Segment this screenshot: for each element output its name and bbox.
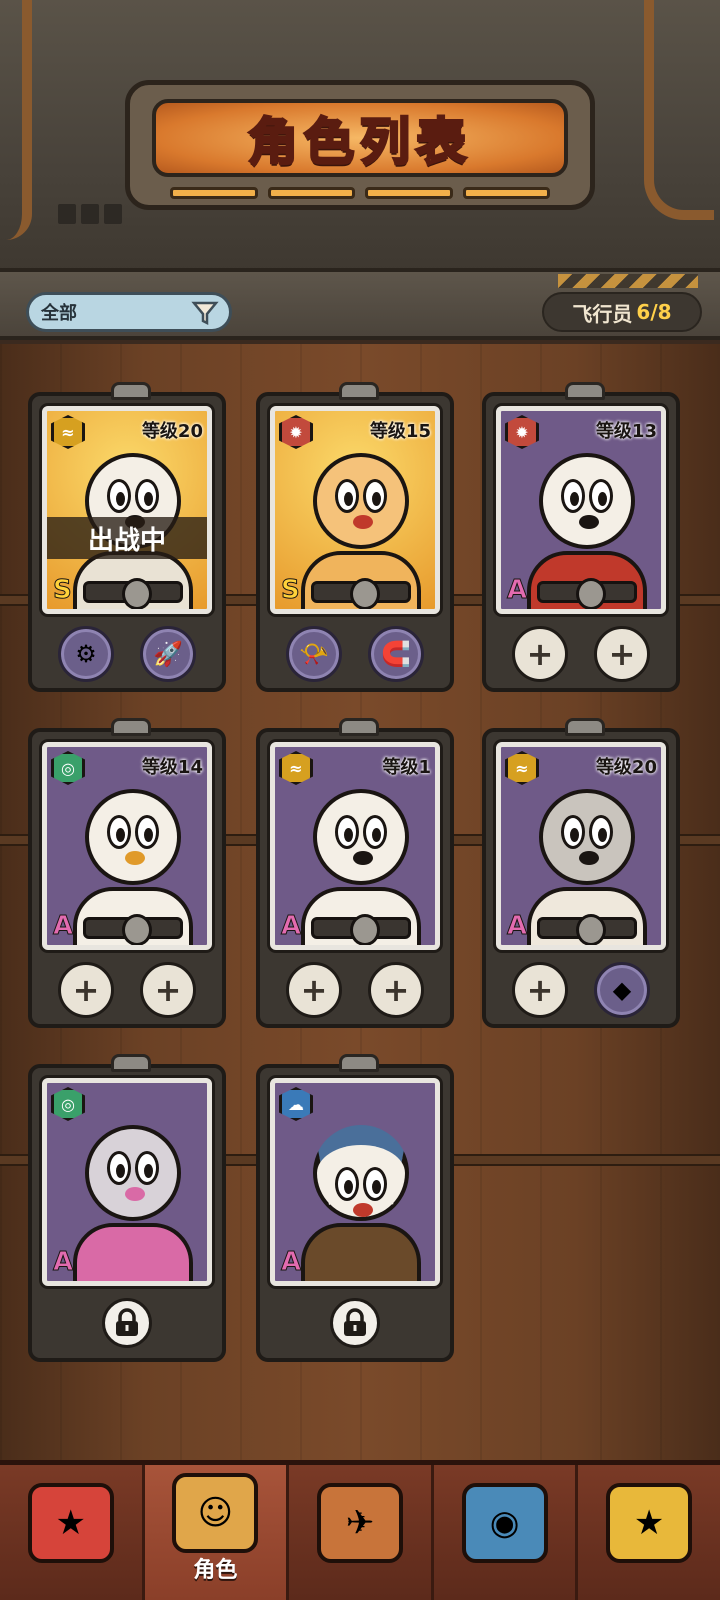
bottom-nav: ★ ☺ 角色 ✈ ◉ ★	[0, 1460, 720, 1600]
character-portrait: ≈ 等级20 出战中 S	[42, 406, 212, 614]
funnel-icon	[191, 301, 219, 326]
add-gear-button[interactable]: +	[140, 962, 196, 1018]
add-gear-button[interactable]: +	[512, 626, 568, 682]
gadget-icon: ⚙	[75, 640, 97, 668]
character-card[interactable]: ✹ 等级15 S 📯 🧲	[256, 382, 454, 692]
nav-item-rewards[interactable]: ★	[578, 1465, 720, 1600]
swirl-icon: ◎	[51, 751, 85, 785]
filter-label: 全部	[41, 303, 77, 324]
level-label: 等级20	[595, 757, 657, 778]
pilot-count: 飞行员 6/8	[542, 292, 702, 332]
character-id-icon: ☺	[172, 1473, 259, 1553]
wind-icon: ≈	[505, 751, 539, 785]
magnet-icon: 🧲	[381, 640, 411, 668]
airship-icon: ✈	[316, 1483, 403, 1563]
padlock-icon	[344, 1308, 366, 1336]
vent-decoration	[58, 204, 122, 224]
character-face	[313, 789, 409, 885]
nav-item-shop[interactable]: ★	[0, 1465, 145, 1600]
rank-badge: S	[53, 575, 73, 606]
top-frame: 角色列表	[0, 0, 720, 290]
rank-badge: A	[280, 911, 302, 942]
rank-badge: A	[506, 575, 528, 606]
equipped-gear-slot[interactable]: ⚙	[58, 626, 114, 682]
crystal-icon: ◆	[612, 976, 632, 1004]
rank-badge: A	[52, 1247, 74, 1278]
rank-badge: S	[281, 575, 301, 606]
pipe-decoration	[644, 0, 714, 220]
wind-icon: ≈	[51, 415, 85, 449]
rank-badge: A	[506, 911, 528, 942]
character-face	[85, 1125, 181, 1221]
character-portrait: ✹ 等级15 S	[270, 406, 440, 614]
level-label: 等级14	[141, 757, 203, 778]
add-gear-button[interactable]: +	[594, 626, 650, 682]
character-portrait: ◎ A	[42, 1078, 212, 1286]
rank-badge: A	[52, 911, 74, 942]
pilot-count-value: 6/8	[636, 300, 672, 324]
character-card-locked[interactable]: ☁ A	[256, 1054, 454, 1362]
gear-icon: ✹	[505, 415, 539, 449]
star-box-icon: ★	[606, 1483, 693, 1563]
level-label: 等级1	[382, 757, 431, 778]
rain-cloud-icon: ☁	[279, 1087, 313, 1121]
nav-item-hangar[interactable]: ✈	[289, 1465, 434, 1600]
lock-button[interactable]	[102, 1298, 152, 1348]
pipe-decoration	[6, 0, 32, 240]
padlock-icon	[116, 1308, 138, 1336]
equipped-gear-slot[interactable]: ◆	[594, 962, 650, 1018]
goggles-icon: ◉	[461, 1483, 548, 1563]
rank-badge: A	[280, 1247, 302, 1278]
level-label: 等级20	[141, 421, 203, 442]
gear-icon: ✹	[279, 415, 313, 449]
lock-button[interactable]	[330, 1298, 380, 1348]
title-plate: 角色列表	[125, 80, 595, 210]
character-portrait: ≈ 等级20 A	[496, 742, 666, 950]
character-portrait: ◎ 等级14 A	[42, 742, 212, 950]
character-card-locked[interactable]: ◎ A	[28, 1054, 226, 1362]
character-card[interactable]: ≈ 等级1 A + +	[256, 718, 454, 1028]
character-portrait: ✹ 等级13 A	[496, 406, 666, 614]
pilot-count-label: 飞行员	[572, 301, 633, 326]
character-face	[539, 453, 635, 549]
treasure-chest-icon: ★	[27, 1483, 114, 1563]
nav-item-pilot-gear[interactable]: ◉	[434, 1465, 579, 1600]
level-label: 等级15	[369, 421, 431, 442]
character-face	[85, 789, 181, 885]
card-clip	[111, 382, 151, 400]
character-face	[313, 453, 409, 549]
equipped-gear-slot[interactable]: 📯	[286, 626, 342, 682]
character-card[interactable]: ≈ 等级20 A + ◆	[482, 718, 680, 1028]
horn-icon: 📯	[299, 640, 329, 668]
character-portrait: ☁ A	[270, 1078, 440, 1286]
add-gear-button[interactable]: +	[58, 962, 114, 1018]
filter-dropdown[interactable]: 全部	[26, 292, 232, 332]
in-battle-banner: 出战中	[47, 517, 207, 559]
character-portrait: ≈ 等级1 A	[270, 742, 440, 950]
nav-item-characters[interactable]: ☺ 角色	[144, 1465, 290, 1600]
add-gear-button[interactable]: +	[286, 962, 342, 1018]
wind-icon: ≈	[279, 751, 313, 785]
add-gear-button[interactable]: +	[368, 962, 424, 1018]
title-lights	[170, 187, 550, 199]
swirl-icon: ◎	[51, 1087, 85, 1121]
level-label: 等级13	[595, 421, 657, 442]
character-face	[539, 789, 635, 885]
rocket-icon: 🚀	[153, 640, 183, 668]
character-card[interactable]: ✹ 等级13 A + +	[482, 382, 680, 692]
nav-label-characters: 角色	[193, 1558, 238, 1583]
character-card[interactable]: ◎ 等级14 A + +	[28, 718, 226, 1028]
hazard-stripes	[558, 274, 698, 288]
add-gear-button[interactable]: +	[512, 962, 568, 1018]
equipped-gear-slot[interactable]: 🧲	[368, 626, 424, 682]
character-face	[313, 1125, 409, 1221]
page-title: 角色列表	[247, 112, 472, 173]
equipped-gear-slot[interactable]: 🚀	[140, 626, 196, 682]
badge-belt	[83, 578, 183, 609]
character-card[interactable]: ≈ 等级20 出战中 S ⚙ 🚀	[28, 382, 226, 692]
